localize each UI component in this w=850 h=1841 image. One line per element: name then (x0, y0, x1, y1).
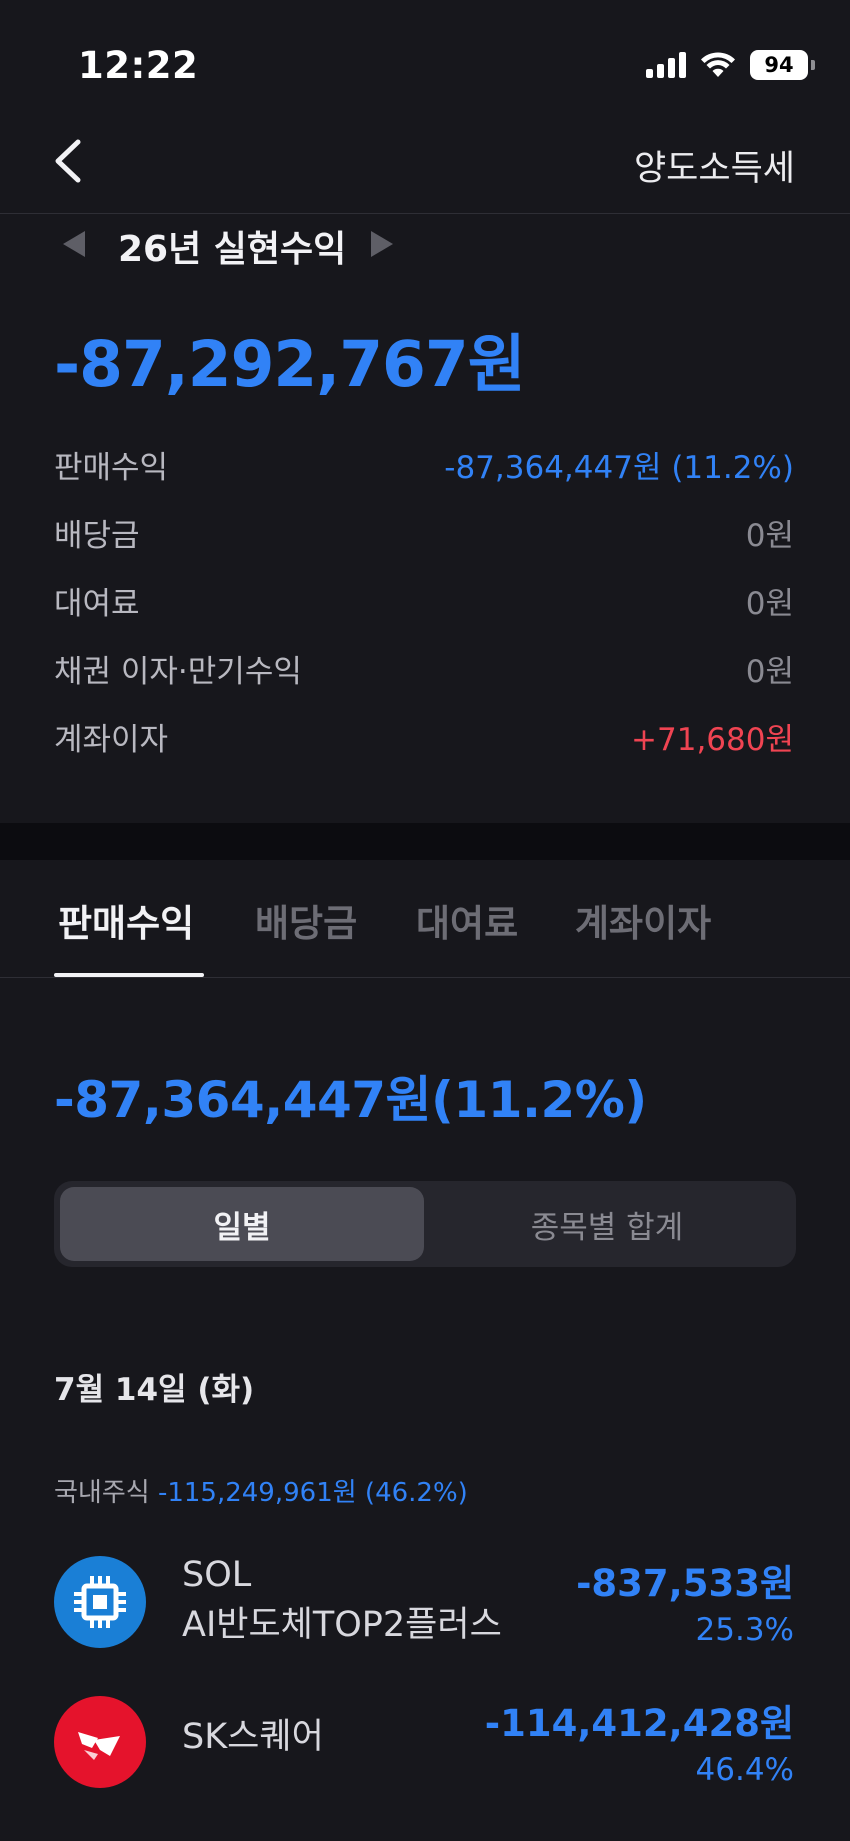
segment-daily[interactable]: 일별 (60, 1187, 424, 1261)
previous-year-arrow-icon[interactable] (63, 231, 85, 257)
tab-account-interest[interactable]: 계좌이자 (575, 893, 711, 947)
nav-title: 양도소득세 (633, 149, 795, 189)
cellular-signal-icon (646, 52, 686, 78)
sk-logo-icon (78, 1732, 120, 1760)
stock-profit-percent: 46.4% (695, 1752, 794, 1788)
segment-by-stock-total[interactable]: 종목별 합계 (424, 1187, 790, 1261)
next-year-arrow-icon[interactable] (371, 231, 393, 257)
stock-logo[interactable] (54, 1696, 146, 1788)
tab-lending-fees[interactable]: 대여료 (416, 893, 518, 947)
back-chevron-icon[interactable] (48, 138, 88, 184)
tab-sales-profit[interactable]: 판매수익 (58, 893, 194, 947)
nav-divider (0, 213, 850, 214)
stock-name-line1: SOL (182, 1555, 252, 1595)
domestic-label: 국내주식 (54, 1478, 150, 1508)
stock-name[interactable]: SOL AI반도체TOP2플러스 (182, 1550, 502, 1650)
date-header: 7월 14일 (화) (54, 1372, 255, 1408)
summary-row-label: 채권 이자·만기수익 (54, 654, 302, 690)
tabs-divider (0, 977, 850, 978)
tab-dividends[interactable]: 배당금 (255, 893, 357, 947)
summary-row-label: 대여료 (54, 586, 140, 622)
section-divider (0, 823, 850, 860)
summary-row-value: +71,680원 (631, 722, 794, 758)
battery-icon: 94 (750, 50, 815, 80)
view-mode-segmented-control: 일별 종목별 합계 (54, 1181, 796, 1267)
wifi-icon (701, 52, 735, 77)
period-label: 26년 실현수익 (118, 229, 347, 270)
domestic-value: -115,249,961원 (46.2%) (157, 1478, 468, 1508)
stock-name-line2: AI반도체TOP2플러스 (182, 1605, 502, 1645)
stock-profit-amount: -837,533원 (576, 1562, 794, 1605)
status-icons: 94 (646, 50, 815, 80)
stock-profit-amount: -114,412,428원 (484, 1702, 794, 1745)
summary-row-value: 0원 (745, 586, 794, 622)
chip-icon (74, 1576, 126, 1628)
realized-profit-total: -87,292,767원 (54, 328, 526, 401)
summary-row-label: 판매수익 (54, 450, 169, 486)
sales-profit-total: -87,364,447원(11.2%) (54, 1071, 647, 1129)
domestic-stock-summary: 국내주식 -115,249,961원 (46.2%) (54, 1472, 468, 1509)
summary-row-value: -87,364,447원 (11.2%) (444, 450, 794, 486)
summary-row-value: 0원 (745, 654, 794, 690)
stock-profit-percent: 25.3% (695, 1612, 794, 1648)
stock-name[interactable]: SK스퀘어 (182, 1712, 324, 1762)
summary-row-label: 배당금 (54, 518, 140, 554)
summary-row-label: 계좌이자 (54, 722, 169, 758)
stock-logo[interactable] (54, 1556, 146, 1648)
summary-row-value: 0원 (745, 518, 794, 554)
status-time: 12:22 (78, 44, 199, 87)
